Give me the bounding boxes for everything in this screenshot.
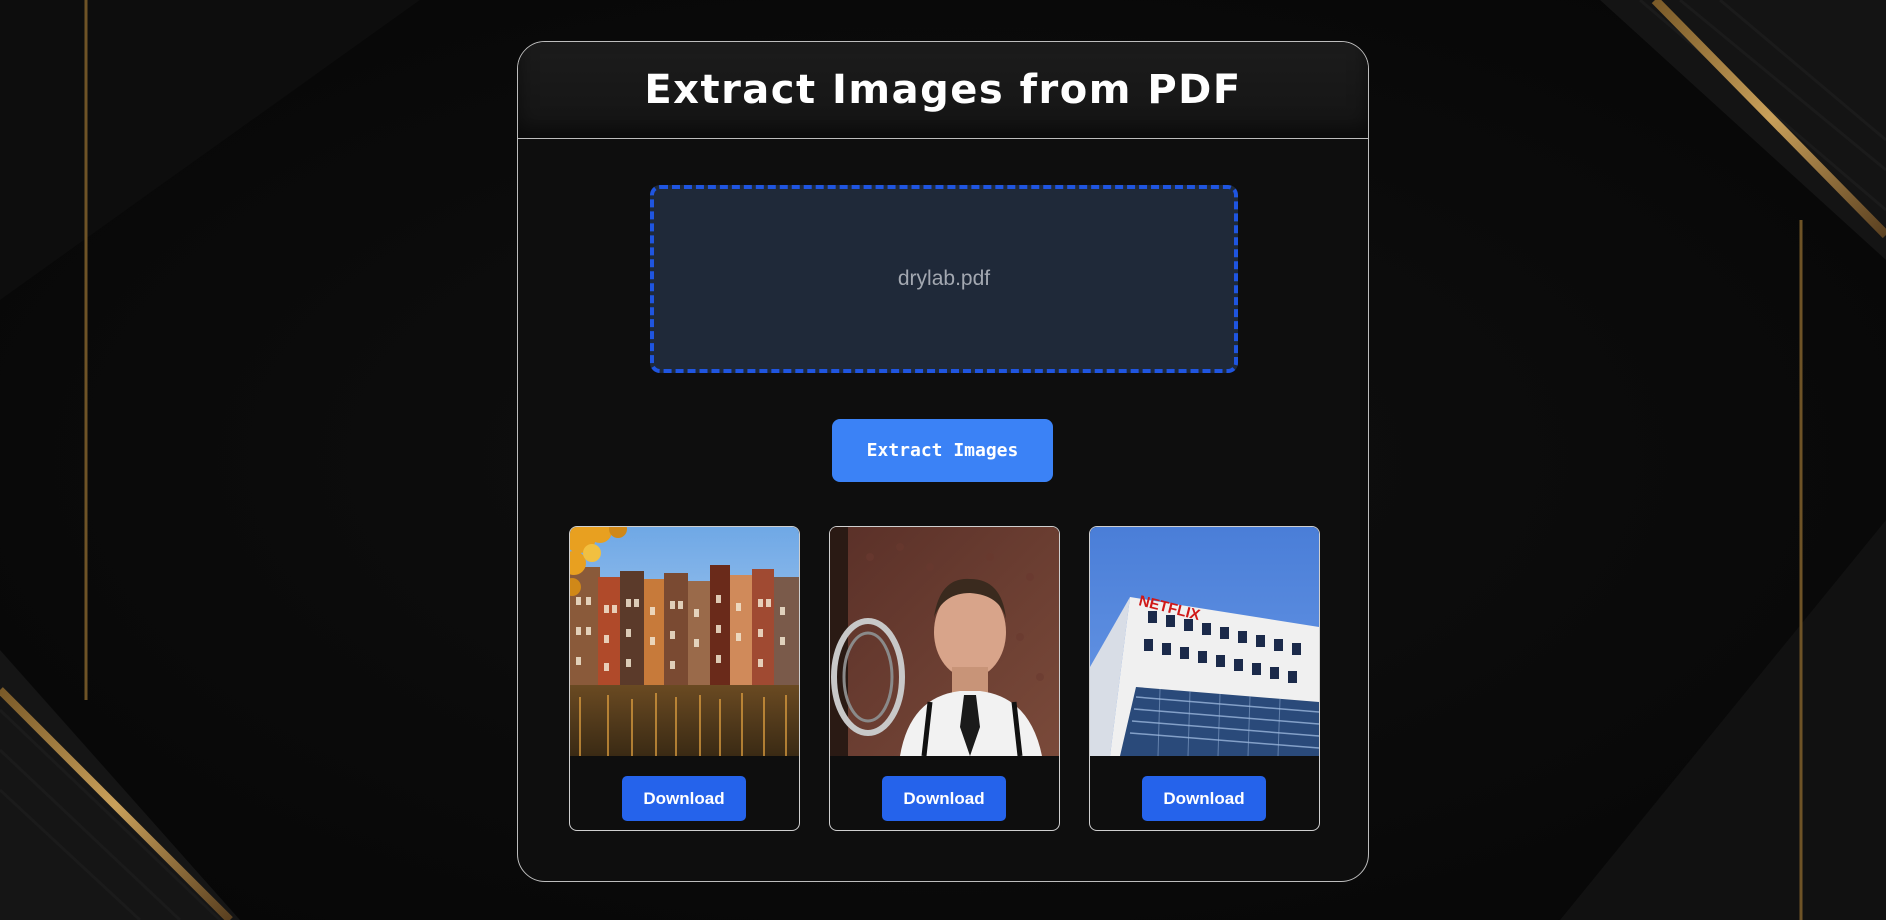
download-button[interactable]: Download [882,776,1006,821]
extracted-image-card: NETFLIX Download [1089,526,1320,831]
man-with-microphone-photo [830,527,1059,756]
panel-header: Extract Images from PDF [518,42,1368,139]
office-building-photo: NETFLIX [1090,527,1319,756]
extract-images-button[interactable]: Extract Images [832,419,1053,482]
extracted-image-card: Download [829,526,1060,831]
download-button[interactable]: Download [1142,776,1266,821]
pdf-dropzone[interactable]: drylab.pdf [650,185,1238,373]
download-button[interactable]: Download [622,776,746,821]
extracted-images-grid: Download Download NETFLIX Download [569,526,1321,831]
amsterdam-canal-houses-photo [570,527,799,756]
selected-file-name: drylab.pdf [897,267,991,290]
page-title: Extract Images from PDF [644,67,1242,113]
extracted-image-card: Download [569,526,800,831]
extractor-panel: Extract Images from PDF drylab.pdf Extra… [517,41,1369,882]
